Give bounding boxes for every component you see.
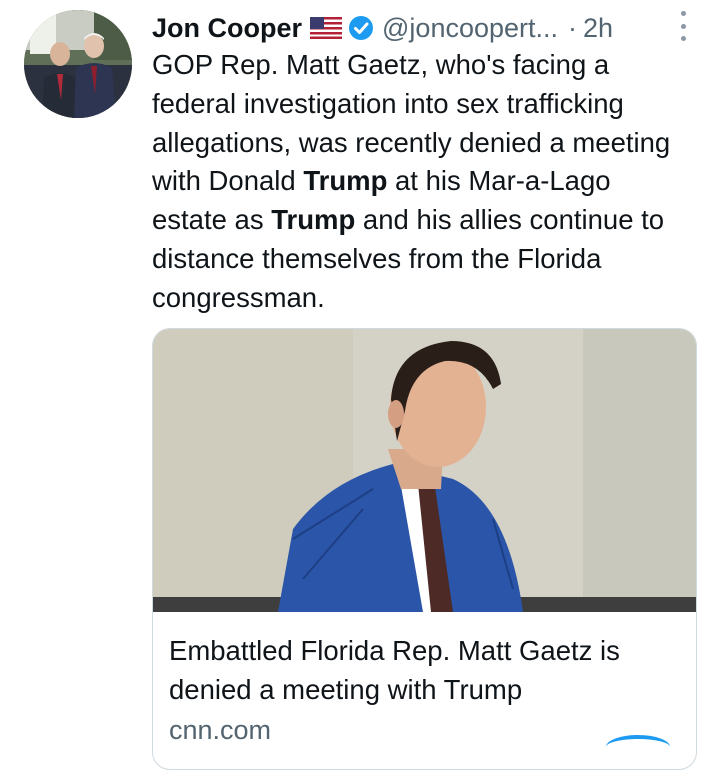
- us-flag-icon: [310, 17, 343, 39]
- card-image[interactable]: [153, 329, 696, 612]
- tweet-text: GOP Rep. Matt Gaetz, who's facing a fede…: [152, 46, 692, 318]
- tweet-text-bold-trump: Trump: [271, 204, 356, 236]
- tweet-text-bold-trump: Trump: [303, 165, 388, 197]
- verified-badge-icon: [348, 15, 374, 41]
- link-preview-card[interactable]: Embattled Florida Rep. Matt Gaetz is den…: [152, 328, 697, 770]
- author-handle[interactable]: @joncoopert...: [382, 13, 558, 44]
- author-name[interactable]: Jon Cooper: [152, 13, 302, 44]
- more-options-icon[interactable]: [676, 11, 690, 41]
- avatar-photo: [24, 10, 132, 118]
- dot-separator: ·: [568, 12, 578, 43]
- floating-compose-button[interactable]: [606, 735, 670, 759]
- profile-avatar[interactable]: [24, 10, 132, 118]
- card-title[interactable]: Embattled Florida Rep. Matt Gaetz is den…: [169, 632, 684, 709]
- tweet-header: Jon Cooper @joncoopert... · 2h: [152, 8, 697, 48]
- timestamp[interactable]: 2h: [583, 13, 613, 44]
- card-domain[interactable]: cnn.com: [169, 715, 271, 746]
